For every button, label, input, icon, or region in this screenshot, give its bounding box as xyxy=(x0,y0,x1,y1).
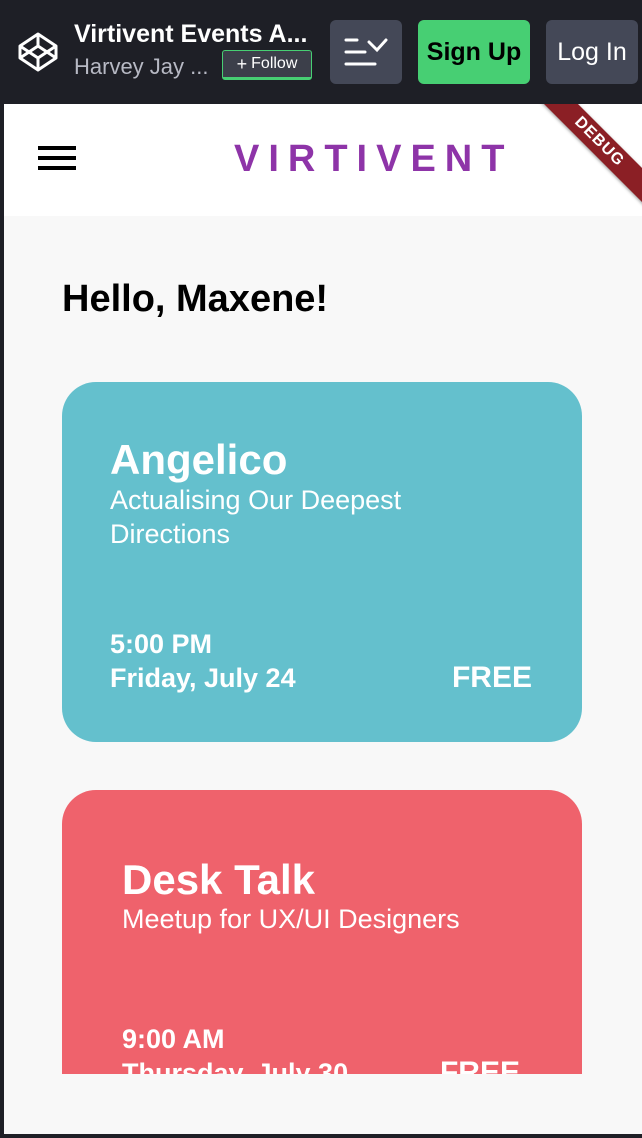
pen-menu-button[interactable] xyxy=(330,20,402,84)
scroll-viewport-edge xyxy=(4,1074,642,1134)
greeting-heading: Hello, Maxene! xyxy=(62,278,329,320)
event-subtitle: Meetup for UX/UI Designers xyxy=(122,904,460,934)
list-menu-icon xyxy=(344,38,388,66)
pen-author[interactable]: Harvey Jay ... xyxy=(74,54,214,80)
login-button[interactable]: Log In xyxy=(546,20,638,84)
event-subtitle: Actualising Our Deepest Directions xyxy=(110,485,402,549)
event-date: Friday, July 24 xyxy=(110,663,296,693)
signup-button[interactable]: Sign Up xyxy=(418,20,530,84)
codepen-logo-icon[interactable] xyxy=(16,30,60,74)
event-time: 9:00 AM xyxy=(122,1024,225,1054)
event-title: Desk Talk xyxy=(122,856,315,903)
follow-button[interactable]: + Follow xyxy=(222,50,312,80)
brand-logo: VIRTIVENT xyxy=(234,138,514,180)
event-price: FREE xyxy=(451,661,532,694)
codepen-topbar: Virtivent Events A... Harvey Jay ... + F… xyxy=(0,0,642,104)
debug-banner: DEBUG xyxy=(530,104,642,211)
plus-icon: + xyxy=(236,54,248,74)
event-time: 5:00 PM xyxy=(110,629,213,659)
pen-title[interactable]: Virtivent Events A... xyxy=(74,20,314,49)
follow-label: Follow xyxy=(251,55,298,72)
hamburger-menu-icon[interactable] xyxy=(38,146,78,176)
event-title: Angelico xyxy=(110,436,288,483)
app-preview: VIRTIVENT DEBUG Hello, Maxene! Angelico … xyxy=(4,104,642,1134)
app-header: VIRTIVENT DEBUG xyxy=(4,104,642,216)
event-card[interactable]: Angelico Actualising Our Deepest Directi… xyxy=(62,382,582,742)
